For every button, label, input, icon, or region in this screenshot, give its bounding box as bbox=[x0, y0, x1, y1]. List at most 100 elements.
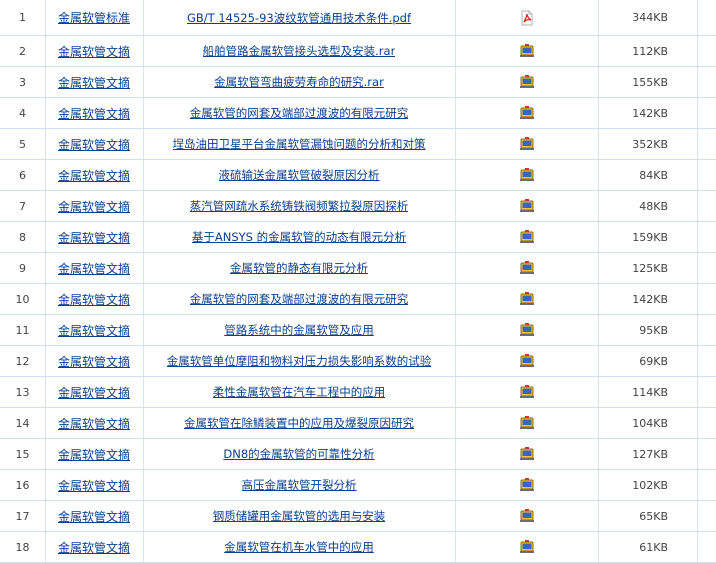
title-cell: GB/T 14525-93波纹软管通用技术条件.pdf bbox=[143, 0, 456, 35]
category-link[interactable]: 金属软管文摘 bbox=[58, 477, 130, 494]
file-type-cell[interactable] bbox=[455, 36, 599, 66]
title-cell: 船舶管路金属软管接头选型及安装.rar bbox=[143, 36, 456, 66]
title-cell: 管路系统中的金属软管及应用 bbox=[143, 315, 456, 345]
title-cell: 埕岛油田卫星平台金属软管漏蚀问题的分析和对策 bbox=[143, 129, 456, 159]
file-list-table: 1 金属软管标准 GB/T 14525-93波纹软管通用技术条件.pdf 344KB 2… bbox=[0, 0, 716, 563]
document-title-link[interactable]: 钢质储罐用金属软管的选用与安装 bbox=[213, 508, 386, 524]
category-link[interactable]: 金属软管文摘 bbox=[58, 43, 130, 60]
document-title-link[interactable]: 液硫输送金属软管破裂原因分析 bbox=[219, 167, 380, 183]
file-type-cell[interactable] bbox=[455, 439, 599, 469]
archive-icon bbox=[519, 323, 534, 336]
archive-icon bbox=[519, 137, 534, 150]
category-link[interactable]: 金属软管文摘 bbox=[58, 229, 130, 246]
document-title-link[interactable]: 金属软管在除鳞装置中的应用及爆裂原因研究 bbox=[184, 415, 414, 431]
category-link[interactable]: 金属软管文摘 bbox=[58, 353, 130, 370]
category-cell: 金属软管文摘 bbox=[45, 191, 144, 221]
row-number: 10 bbox=[0, 284, 46, 314]
table-row: 17 金属软管文摘 钢质储罐用金属软管的选用与安装 65KB bbox=[0, 501, 716, 532]
category-link[interactable]: 金属软管标准 bbox=[58, 9, 130, 26]
row-number: 2 bbox=[0, 36, 46, 66]
file-type-cell[interactable] bbox=[455, 191, 599, 221]
title-cell: 高压金属软管开裂分析 bbox=[143, 470, 456, 500]
category-link[interactable]: 金属软管文摘 bbox=[58, 198, 130, 215]
document-title-link[interactable]: 蒸汽管网疏水系统铸铁阀频繁拉裂原因探析 bbox=[190, 198, 409, 214]
row-end-cell bbox=[697, 160, 716, 190]
file-type-cell[interactable] bbox=[455, 470, 599, 500]
file-type-cell[interactable] bbox=[455, 532, 599, 562]
category-cell: 金属软管文摘 bbox=[45, 470, 144, 500]
row-number: 16 bbox=[0, 470, 46, 500]
file-type-cell[interactable] bbox=[455, 67, 599, 97]
category-link[interactable]: 金属软管文摘 bbox=[58, 291, 130, 308]
category-link[interactable]: 金属软管文摘 bbox=[58, 105, 130, 122]
file-type-cell[interactable] bbox=[455, 346, 599, 376]
table-row: 18 金属软管文摘 金属软管在机车水管中的应用 61KB bbox=[0, 532, 716, 563]
document-title-link[interactable]: 金属软管的静态有限元分析 bbox=[230, 260, 368, 276]
table-row: 16 金属软管文摘 高压金属软管开裂分析 102KB bbox=[0, 470, 716, 501]
file-type-cell[interactable] bbox=[455, 315, 599, 345]
document-title-link[interactable]: 船舶管路金属软管接头选型及安装.rar bbox=[203, 43, 396, 59]
row-end-cell bbox=[697, 346, 716, 376]
document-title-link[interactable]: 金属软管的网套及端部过渡波的有限元研究 bbox=[190, 291, 409, 307]
document-title-link[interactable]: 金属软管弯曲疲劳寿命的研究.rar bbox=[214, 74, 384, 90]
category-link[interactable]: 金属软管文摘 bbox=[58, 415, 130, 432]
file-type-cell[interactable] bbox=[455, 98, 599, 128]
file-type-cell[interactable] bbox=[455, 160, 599, 190]
row-number: 9 bbox=[0, 253, 46, 283]
row-end-cell bbox=[697, 439, 716, 469]
category-link[interactable]: 金属软管文摘 bbox=[58, 260, 130, 277]
row-end-cell bbox=[697, 0, 716, 35]
document-title-link[interactable]: 管路系统中的金属软管及应用 bbox=[224, 322, 374, 338]
category-cell: 金属软管文摘 bbox=[45, 284, 144, 314]
file-type-cell[interactable] bbox=[455, 222, 599, 252]
category-cell: 金属软管文摘 bbox=[45, 532, 144, 562]
category-link[interactable]: 金属软管文摘 bbox=[58, 539, 130, 556]
category-cell: 金属软管文摘 bbox=[45, 501, 144, 531]
document-title-link[interactable]: 金属软管单位摩阻和物料对压力损失影响系数的试验 bbox=[167, 353, 432, 369]
row-end-cell bbox=[697, 253, 716, 283]
archive-icon bbox=[519, 75, 534, 88]
file-type-cell[interactable] bbox=[455, 129, 599, 159]
document-title-link[interactable]: GB/T 14525-93波纹软管通用技术条件.pdf bbox=[187, 10, 411, 26]
row-end-cell bbox=[697, 532, 716, 562]
row-number: 12 bbox=[0, 346, 46, 376]
row-number: 11 bbox=[0, 315, 46, 345]
table-row: 8 金属软管文摘 基于ANSYS 的金属软管的动态有限元分析 159KB bbox=[0, 222, 716, 253]
file-type-cell[interactable] bbox=[455, 253, 599, 283]
archive-icon bbox=[519, 385, 534, 398]
row-end-cell bbox=[697, 408, 716, 438]
category-link[interactable]: 金属软管文摘 bbox=[58, 446, 130, 463]
row-number: 14 bbox=[0, 408, 46, 438]
category-link[interactable]: 金属软管文摘 bbox=[58, 508, 130, 525]
pdf-icon bbox=[521, 10, 532, 25]
document-title-link[interactable]: 柔性金属软管在汽车工程中的应用 bbox=[213, 384, 386, 400]
category-link[interactable]: 金属软管文摘 bbox=[58, 136, 130, 153]
document-title-link[interactable]: 基于ANSYS 的金属软管的动态有限元分析 bbox=[192, 229, 406, 245]
category-cell: 金属软管文摘 bbox=[45, 346, 144, 376]
category-cell: 金属软管文摘 bbox=[45, 377, 144, 407]
file-type-cell[interactable] bbox=[455, 377, 599, 407]
archive-icon bbox=[519, 261, 534, 274]
document-title-link[interactable]: 金属软管在机车水管中的应用 bbox=[224, 539, 374, 555]
table-row: 6 金属软管文摘 液硫输送金属软管破裂原因分析 84KB bbox=[0, 160, 716, 191]
archive-icon bbox=[519, 199, 534, 212]
category-link[interactable]: 金属软管文摘 bbox=[58, 384, 130, 401]
row-number: 6 bbox=[0, 160, 46, 190]
row-number: 3 bbox=[0, 67, 46, 97]
category-link[interactable]: 金属软管文摘 bbox=[58, 167, 130, 184]
file-type-cell[interactable] bbox=[455, 408, 599, 438]
row-number: 1 bbox=[0, 0, 46, 35]
file-type-cell[interactable] bbox=[455, 0, 599, 35]
document-title-link[interactable]: 埕岛油田卫星平台金属软管漏蚀问题的分析和对策 bbox=[173, 136, 426, 152]
file-type-cell[interactable] bbox=[455, 284, 599, 314]
category-link[interactable]: 金属软管文摘 bbox=[58, 74, 130, 91]
document-title-link[interactable]: 金属软管的网套及端部过渡波的有限元研究 bbox=[190, 105, 409, 121]
category-link[interactable]: 金属软管文摘 bbox=[58, 322, 130, 339]
category-cell: 金属软管标准 bbox=[45, 0, 144, 35]
table-row: 1 金属软管标准 GB/T 14525-93波纹软管通用技术条件.pdf 344KB bbox=[0, 0, 716, 36]
document-title-link[interactable]: 高压金属软管开裂分析 bbox=[242, 477, 357, 493]
file-type-cell[interactable] bbox=[455, 501, 599, 531]
row-end-cell bbox=[697, 36, 716, 66]
title-cell: 金属软管的网套及端部过渡波的有限元研究 bbox=[143, 284, 456, 314]
document-title-link[interactable]: DN8的金属软管的可靠性分析 bbox=[223, 446, 374, 462]
